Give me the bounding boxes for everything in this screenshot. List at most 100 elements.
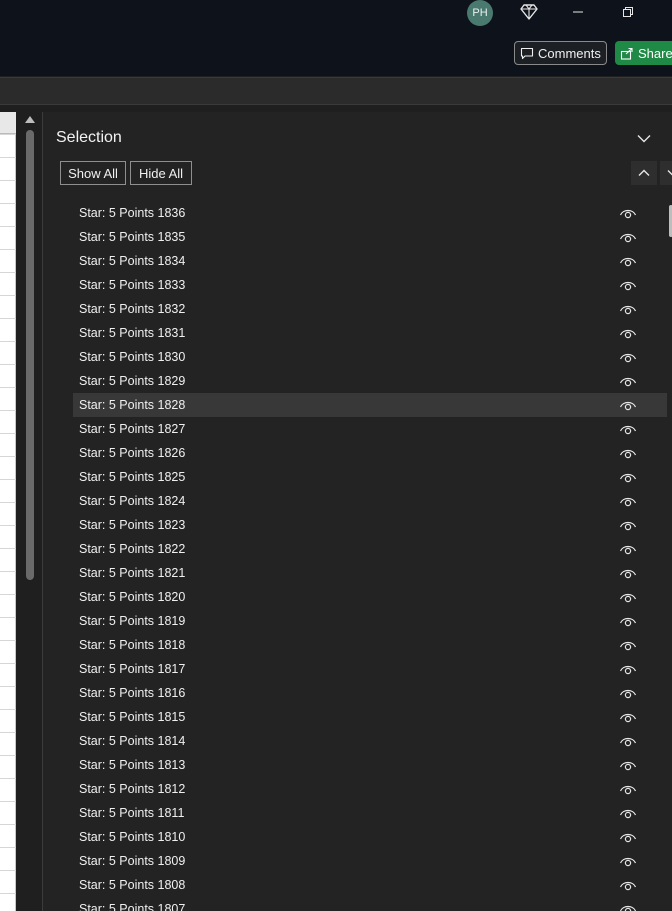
ribbon-strip <box>0 77 672 105</box>
selection-list-item[interactable]: Star: 5 Points 1827 <box>73 417 667 441</box>
eye-icon[interactable] <box>619 397 637 413</box>
eye-icon[interactable] <box>619 541 637 557</box>
selection-list-item[interactable]: Star: 5 Points 1815 <box>73 705 667 729</box>
list-scrollbar[interactable] <box>667 201 672 911</box>
selection-list-item[interactable]: Star: 5 Points 1809 <box>73 849 667 873</box>
eye-icon[interactable] <box>619 301 637 317</box>
eye-icon[interactable] <box>619 565 637 581</box>
sheet-gridline <box>0 295 16 296</box>
eye-icon[interactable] <box>619 325 637 341</box>
selection-list-item[interactable]: Star: 5 Points 1826 <box>73 441 667 465</box>
pane-title: Selection <box>56 129 122 146</box>
selection-list-item[interactable]: Star: 5 Points 1812 <box>73 777 667 801</box>
selection-list-item[interactable]: Star: 5 Points 1814 <box>73 729 667 753</box>
selection-item-label: Star: 5 Points 1827 <box>79 422 186 436</box>
sheet-gridline <box>0 157 16 158</box>
selection-item-label: Star: 5 Points 1831 <box>79 326 186 340</box>
eye-icon[interactable] <box>619 829 637 845</box>
eye-icon[interactable] <box>619 349 637 365</box>
user-avatar[interactable]: PH <box>467 0 493 26</box>
show-all-button[interactable]: Show All <box>60 161 126 185</box>
worksheet-area[interactable] <box>0 112 16 911</box>
selection-list-item[interactable]: Star: 5 Points 1834 <box>73 249 667 273</box>
bring-forward-button[interactable] <box>631 161 657 185</box>
chevron-up-icon <box>638 169 650 176</box>
sheet-gridline <box>0 479 16 480</box>
selection-list-item[interactable]: Star: 5 Points 1820 <box>73 585 667 609</box>
eye-icon[interactable] <box>619 853 637 869</box>
eye-icon[interactable] <box>619 469 637 485</box>
sheet-gridline <box>0 134 16 135</box>
scrollbar-thumb[interactable] <box>26 130 34 580</box>
eye-icon[interactable] <box>619 781 637 797</box>
vertical-scrollbar[interactable] <box>22 112 38 911</box>
selection-list-item[interactable]: Star: 5 Points 1823 <box>73 513 667 537</box>
sheet-gridline <box>0 203 16 204</box>
eye-icon[interactable] <box>619 613 637 629</box>
eye-icon[interactable] <box>619 277 637 293</box>
eye-icon[interactable] <box>619 421 637 437</box>
premium-button[interactable] <box>517 1 541 23</box>
eye-icon[interactable] <box>619 373 637 389</box>
hide-all-button[interactable]: Hide All <box>130 161 192 185</box>
eye-icon[interactable] <box>619 805 637 821</box>
selection-item-label: Star: 5 Points 1821 <box>79 566 186 580</box>
selection-list-item[interactable]: Star: 5 Points 1836 <box>73 201 667 225</box>
restore-button[interactable] <box>617 1 639 23</box>
selection-list-item[interactable]: Star: 5 Points 1810 <box>73 825 667 849</box>
sheet-gridline <box>0 341 16 342</box>
eye-icon[interactable] <box>619 229 637 245</box>
selection-list-item[interactable]: Star: 5 Points 1808 <box>73 873 667 897</box>
selection-list-item[interactable]: Star: 5 Points 1828 <box>73 393 667 417</box>
selection-item-label: Star: 5 Points 1829 <box>79 374 186 388</box>
selection-list-item[interactable]: Star: 5 Points 1816 <box>73 681 667 705</box>
eye-icon[interactable] <box>619 661 637 677</box>
selection-list-item[interactable]: Star: 5 Points 1822 <box>73 537 667 561</box>
selection-list-item[interactable]: Star: 5 Points 1829 <box>73 369 667 393</box>
selection-list-item[interactable]: Star: 5 Points 1830 <box>73 345 667 369</box>
eye-icon[interactable] <box>619 757 637 773</box>
scroll-up-icon[interactable] <box>25 116 35 123</box>
minimize-button[interactable] <box>567 1 589 23</box>
sheet-gridline <box>0 824 16 825</box>
selection-list-item[interactable]: Star: 5 Points 1818 <box>73 633 667 657</box>
sheet-gridline <box>0 318 16 319</box>
selection-list-item[interactable]: Star: 5 Points 1817 <box>73 657 667 681</box>
selection-list-item[interactable]: Star: 5 Points 1835 <box>73 225 667 249</box>
column-header <box>0 112 16 134</box>
selection-list-item[interactable]: Star: 5 Points 1819 <box>73 609 667 633</box>
selection-list-item[interactable]: Star: 5 Points 1833 <box>73 273 667 297</box>
eye-icon[interactable] <box>619 253 637 269</box>
pane-options-button[interactable] <box>633 128 655 148</box>
eye-icon[interactable] <box>619 685 637 701</box>
selection-list-item[interactable]: Star: 5 Points 1832 <box>73 297 667 321</box>
selection-list-item[interactable]: Star: 5 Points 1813 <box>73 753 667 777</box>
eye-icon[interactable] <box>619 901 637 911</box>
selection-list-item[interactable]: Star: 5 Points 1821 <box>73 561 667 585</box>
sheet-gridline <box>0 525 16 526</box>
sheet-gridline <box>0 640 16 641</box>
selection-item-label: Star: 5 Points 1812 <box>79 782 186 796</box>
comments-button[interactable]: Comments <box>514 41 607 65</box>
eye-icon[interactable] <box>619 709 637 725</box>
sheet-gridline <box>0 548 16 549</box>
selection-list-item[interactable]: Star: 5 Points 1824 <box>73 489 667 513</box>
eye-icon[interactable] <box>619 205 637 221</box>
share-button[interactable]: Share <box>615 41 672 65</box>
selection-list-item[interactable]: Star: 5 Points 1825 <box>73 465 667 489</box>
eye-icon[interactable] <box>619 589 637 605</box>
selection-list-item[interactable]: Star: 5 Points 1811 <box>73 801 667 825</box>
eye-icon[interactable] <box>619 517 637 533</box>
eye-icon[interactable] <box>619 733 637 749</box>
eye-icon[interactable] <box>619 445 637 461</box>
sheet-gridline <box>0 755 16 756</box>
selection-list-item[interactable]: Star: 5 Points 1831 <box>73 321 667 345</box>
eye-icon[interactable] <box>619 493 637 509</box>
sheet-gridline <box>0 180 16 181</box>
chevron-down-icon <box>667 170 672 176</box>
eye-icon[interactable] <box>619 637 637 653</box>
title-bar: PH Comments Share <box>0 0 672 76</box>
eye-icon[interactable] <box>619 877 637 893</box>
send-backward-button[interactable] <box>660 161 672 185</box>
selection-list-item[interactable]: Star: 5 Points 1807 <box>73 897 667 911</box>
